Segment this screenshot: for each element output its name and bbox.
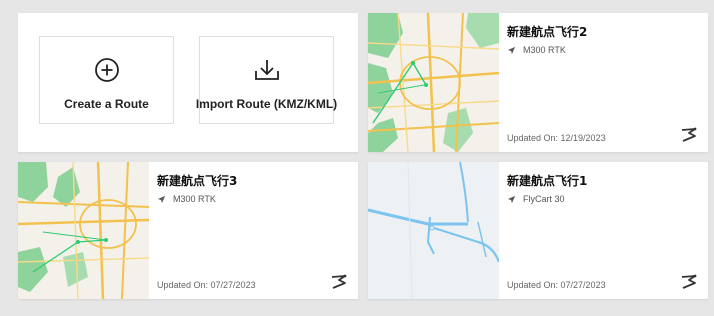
route-map-thumbnail	[18, 162, 149, 299]
route-info: 新建航点飞行1 FlyCart 30 Updated On: 07/27/202…	[507, 162, 708, 299]
aircraft-name: FlyCart 30	[523, 194, 565, 204]
create-route-label: Create a Route	[64, 97, 149, 111]
route-path-icon	[331, 274, 347, 289]
plus-circle-icon	[94, 58, 119, 82]
send-arrow-icon	[157, 195, 166, 203]
route-info: 新建航点飞行2 M300 RTK Updated On: 12/19/2023	[507, 13, 708, 152]
updated-date: Updated On: 12/19/2023	[507, 133, 606, 143]
route-map-thumbnail	[368, 162, 499, 299]
send-arrow-icon	[507, 195, 516, 203]
new-route-card: Create a Route Import Route (KMZ/KML)	[18, 13, 358, 152]
aircraft-model: M300 RTK	[157, 194, 216, 204]
route-title: 新建航点飞行1	[507, 174, 588, 188]
send-arrow-icon	[507, 46, 516, 54]
route-map-thumbnail	[368, 13, 499, 152]
aircraft-name: M300 RTK	[173, 194, 216, 204]
updated-date: Updated On: 07/27/2023	[157, 280, 256, 290]
create-route-button[interactable]: Create a Route	[39, 36, 174, 124]
route-card[interactable]: 新建航点飞行2 M300 RTK Updated On: 12/19/2023	[368, 13, 708, 152]
route-title: 新建航点飞行3	[157, 174, 238, 188]
aircraft-model: FlyCart 30	[507, 194, 565, 204]
route-info: 新建航点飞行3 M300 RTK Updated On: 07/27/2023	[157, 162, 358, 299]
aircraft-name: M300 RTK	[523, 45, 566, 55]
route-title: 新建航点飞行2	[507, 25, 588, 39]
route-path-icon	[681, 127, 697, 142]
aircraft-model: M300 RTK	[507, 45, 566, 55]
route-card[interactable]: 新建航点飞行3 M300 RTK Updated On: 07/27/2023	[18, 162, 358, 299]
download-icon	[254, 60, 279, 80]
route-path-icon	[681, 274, 697, 289]
import-route-button[interactable]: Import Route (KMZ/KML)	[195, 36, 338, 124]
updated-date: Updated On: 07/27/2023	[507, 280, 606, 290]
import-route-label: Import Route (KMZ/KML)	[195, 97, 338, 111]
route-card[interactable]: 新建航点飞行1 FlyCart 30 Updated On: 07/27/202…	[368, 162, 708, 299]
